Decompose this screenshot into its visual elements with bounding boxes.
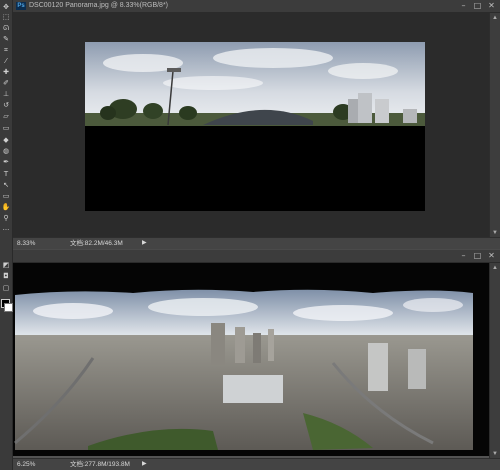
pen-tool-icon[interactable]: ✒ xyxy=(1,158,11,167)
minimize-button[interactable]: – xyxy=(459,251,468,260)
document-size: 文档:277.8M/193.8M xyxy=(70,461,130,468)
panorama-canvas-top[interactable] xyxy=(13,13,500,237)
empty-canvas-region xyxy=(85,126,425,211)
blur-tool-icon[interactable]: ◆ xyxy=(1,136,11,145)
lasso-tool-icon[interactable]: ᘏ xyxy=(1,24,11,33)
tall-building xyxy=(368,343,388,391)
zoom-tool-icon[interactable]: ⚲ xyxy=(1,214,11,223)
path-select-tool-icon[interactable]: ↖ xyxy=(1,181,11,190)
scroll-up-icon[interactable]: ▲ xyxy=(492,15,498,21)
quick-select-tool-icon[interactable]: ✎ xyxy=(1,35,11,44)
canvas-area-2[interactable] xyxy=(13,263,500,456)
restore-button[interactable]: □ xyxy=(473,251,482,260)
document-window-bottom: – □ ✕ ▲ ▼ 6.25% 文档:277.8M/193.8M ▶ xyxy=(13,250,500,470)
minimize-button[interactable]: – xyxy=(459,1,468,10)
crop-tool-icon[interactable]: ⌗ xyxy=(1,46,11,55)
hand-tool-icon[interactable]: ✋ xyxy=(1,203,11,212)
panorama-canvas-bottom[interactable] xyxy=(13,263,490,456)
dodge-tool-icon[interactable]: ◍ xyxy=(1,147,11,156)
status-menu-arrow-icon[interactable]: ▶ xyxy=(142,459,147,470)
healing-brush-tool-icon[interactable]: ✚ xyxy=(1,68,11,77)
move-tool-icon[interactable]: ✥ xyxy=(1,3,11,12)
default-colors-icon[interactable]: ◩ xyxy=(1,261,11,270)
quick-mask-icon[interactable]: ◘ xyxy=(1,272,11,281)
scroll-up-icon[interactable]: ▲ xyxy=(492,265,498,271)
document-tab[interactable]: Ps DSC00120 Panorama.jpg @ 8.33%(RGB/8*)… xyxy=(13,0,500,13)
screen-mode-icon[interactable]: ▢ xyxy=(1,284,11,293)
eyedropper-tool-icon[interactable]: ⁄ xyxy=(1,57,11,66)
status-bar-2: 6.25% 文档:277.8M/193.8M ▶ xyxy=(13,458,500,470)
status-menu-arrow-icon[interactable]: ▶ xyxy=(142,238,147,249)
scroll-down-icon[interactable]: ▼ xyxy=(492,230,498,236)
document-size: 文档:82.2M/46.3M xyxy=(70,240,123,247)
photoshop-logo-icon: Ps xyxy=(16,2,26,10)
marquee-tool-icon[interactable]: ⬚ xyxy=(1,13,11,22)
close-button[interactable]: ✕ xyxy=(487,1,496,10)
building xyxy=(358,93,372,123)
background-color-swatch[interactable] xyxy=(4,303,13,312)
gradient-tool-icon[interactable]: ▭ xyxy=(1,124,11,133)
vertical-scrollbar[interactable]: ▲ ▼ xyxy=(489,13,500,238)
status-bar: 8.33% 文档:82.2M/46.3M ▶ xyxy=(13,237,500,249)
document-window-top: Ps DSC00120 Panorama.jpg @ 8.33%(RGB/8*)… xyxy=(13,0,500,249)
restore-button[interactable]: □ xyxy=(473,1,482,10)
zoom-level[interactable]: 8.33% xyxy=(17,238,35,249)
station-building xyxy=(223,375,283,403)
clone-stamp-tool-icon[interactable]: ⊥ xyxy=(1,90,11,99)
brush-tool-icon[interactable]: ✐ xyxy=(1,79,11,88)
history-brush-tool-icon[interactable]: ↺ xyxy=(1,101,11,110)
shape-tool-icon[interactable]: ▭ xyxy=(1,192,11,201)
close-button[interactable]: ✕ xyxy=(487,251,496,260)
vertical-scrollbar-2[interactable]: ▲ ▼ xyxy=(489,263,500,459)
more-tools-icon[interactable]: ··· xyxy=(1,226,11,235)
canvas-area[interactable] xyxy=(13,13,500,237)
type-tool-icon[interactable]: T xyxy=(1,170,11,179)
eraser-tool-icon[interactable]: ▱ xyxy=(1,112,11,121)
tools-panel: ✥ ⬚ ᘏ ✎ ⌗ ⁄ ✚ ✐ ⊥ ↺ ▱ ▭ ◆ ◍ ✒ T ↖ ▭ ✋ ⚲ ··· ◩ ◘ ▢ xyxy=(0,0,13,470)
zoom-level[interactable]: 6.25% xyxy=(17,459,35,470)
scroll-down-icon[interactable]: ▼ xyxy=(492,451,498,457)
document-title: DSC00120 Panorama.jpg @ 8.33%(RGB/8*) xyxy=(29,2,169,9)
document-tab-2[interactable]: – □ ✕ xyxy=(13,250,500,263)
